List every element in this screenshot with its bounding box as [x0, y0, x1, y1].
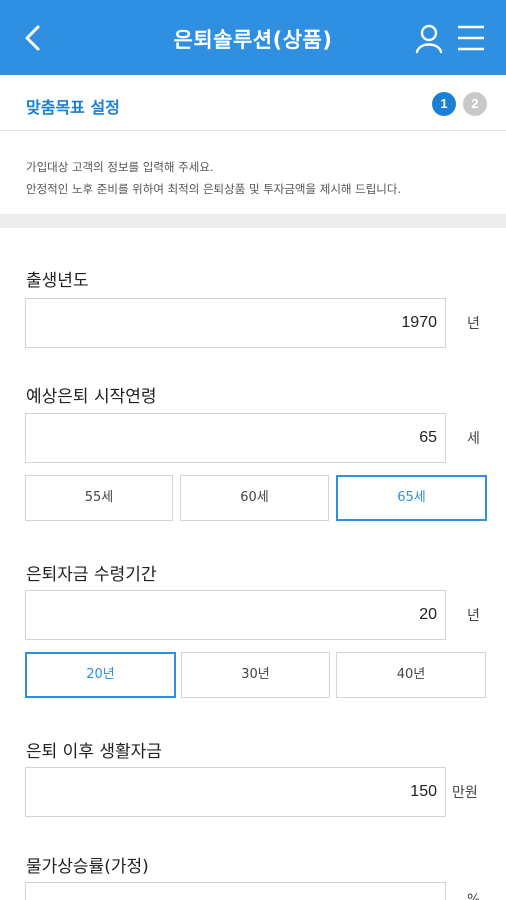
retire-age-option-65[interactable]: 65세: [336, 475, 487, 521]
retire-age-input[interactable]: 65: [25, 413, 446, 463]
receive-period-option-30[interactable]: 30년: [181, 652, 330, 698]
hamburger-menu-icon[interactable]: [456, 24, 486, 52]
receive-period-option-20[interactable]: 20년: [25, 652, 176, 698]
birth-year-label: 출생년도: [26, 271, 89, 291]
retire-age-value: 65: [419, 429, 437, 446]
receive-period-input[interactable]: 20: [25, 590, 446, 640]
receive-period-option-40[interactable]: 40년: [336, 652, 486, 698]
section-divider: [0, 214, 506, 228]
inflation-label: 물가상승률(가정): [26, 857, 149, 877]
birth-year-unit: 년: [467, 316, 480, 332]
birth-year-input[interactable]: 1970: [25, 298, 446, 348]
retire-age-label: 예상은퇴 시작연령: [26, 387, 157, 407]
receive-period-label: 은퇴자금 수령기간: [26, 565, 157, 585]
retire-age-option-55[interactable]: 55세: [25, 475, 173, 521]
inflation-input[interactable]: [25, 882, 446, 900]
retire-age-unit: 세: [467, 431, 480, 447]
app-header: 은퇴솔루션(상품): [0, 0, 506, 75]
user-icon[interactable]: [414, 22, 444, 54]
step-1-indicator: 1: [432, 92, 456, 116]
living-fund-label: 은퇴 이후 생활자금: [26, 742, 162, 762]
step-title: 맞춤목표 설정: [26, 98, 120, 117]
step-bar: 맞춤목표 설정 1 2: [0, 75, 506, 131]
receive-period-value: 20: [419, 606, 437, 623]
description: 가입대상 고객의 정보를 입력해 주세요. 안정적인 노후 준비를 위하여 최적…: [26, 156, 401, 200]
retire-age-option-60[interactable]: 60세: [180, 475, 329, 521]
description-line: 안정적인 노후 준비를 위하여 최적의 은퇴상품 및 투자금액을 제시해 드립니…: [26, 182, 402, 196]
birth-year-value: 1970: [401, 314, 437, 331]
living-fund-value: 150: [410, 783, 437, 800]
description-line: 가입대상 고객의 정보를 입력해 주세요.: [26, 160, 214, 174]
step-2-indicator: 2: [463, 92, 487, 116]
inflation-unit: %: [467, 892, 481, 900]
receive-period-unit: 년: [467, 608, 480, 624]
living-fund-unit: 만원: [452, 785, 478, 801]
living-fund-input[interactable]: 150: [25, 767, 446, 817]
